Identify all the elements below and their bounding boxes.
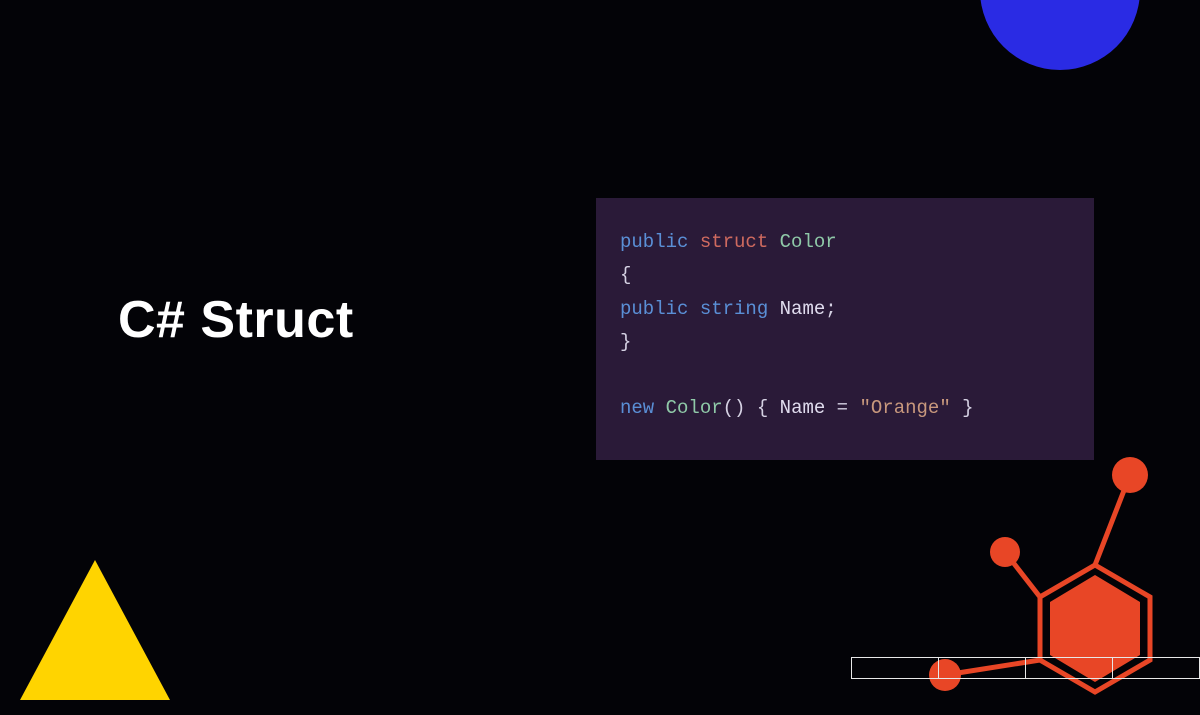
decorative-yellow-triangle	[15, 550, 175, 710]
code-line: }	[620, 326, 1070, 359]
code-line: public struct Color	[620, 226, 1070, 259]
code-line: {	[620, 259, 1070, 292]
code-line: public string Name;	[620, 293, 1070, 326]
code-snippet: public struct Color { public string Name…	[596, 198, 1094, 460]
slide-title: C# Struct	[118, 290, 354, 350]
code-line	[620, 359, 1070, 392]
code-line: new Color() { Name = "Orange" }	[620, 392, 1070, 425]
decorative-grid-boxes	[852, 657, 1200, 679]
decorative-blue-semicircle	[980, 0, 1140, 150]
